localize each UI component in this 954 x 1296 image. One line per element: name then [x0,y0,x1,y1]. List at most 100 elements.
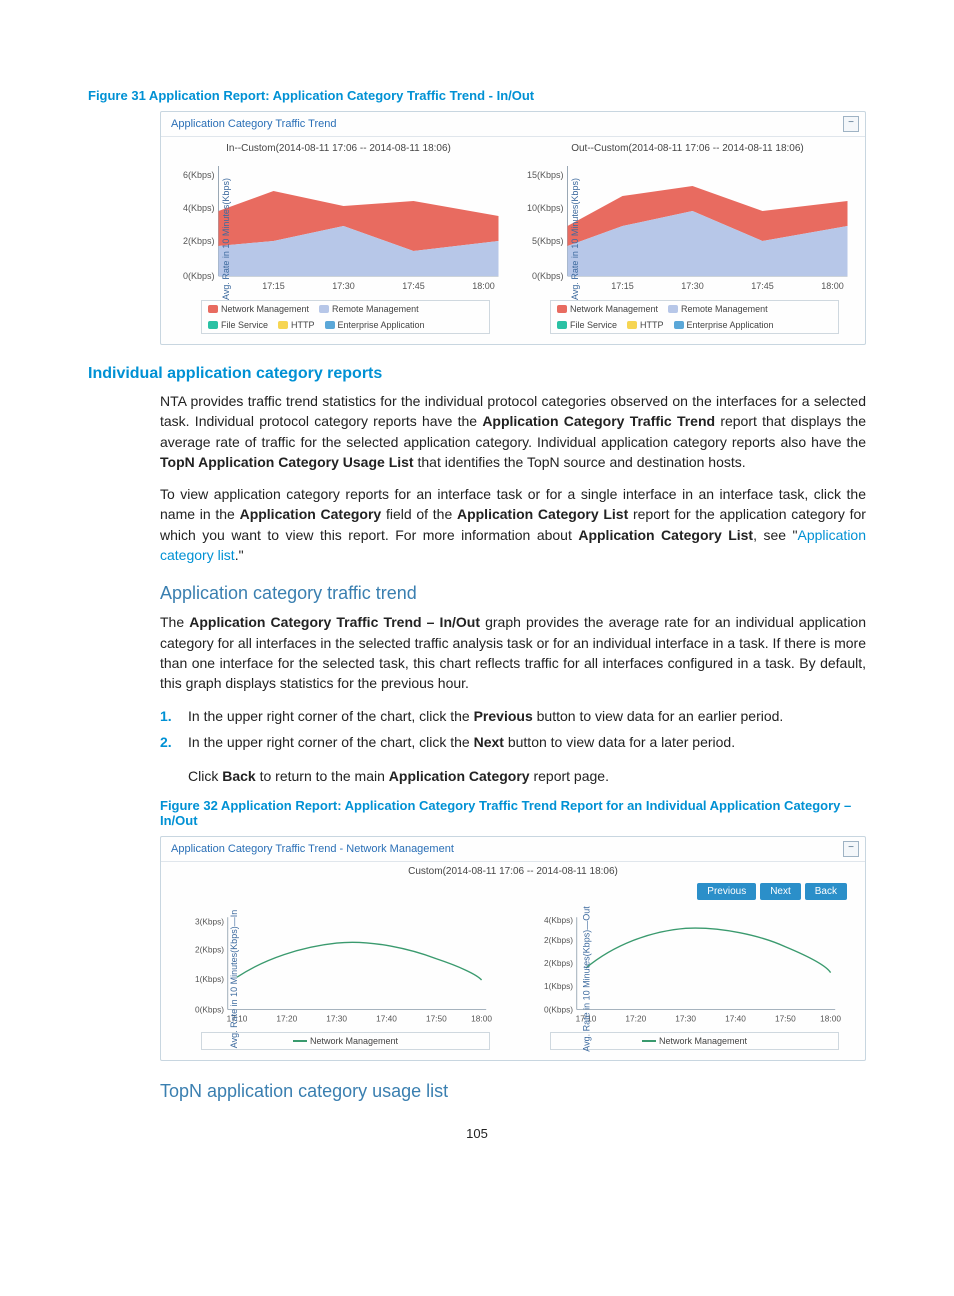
ytick: 4(Kbps) [544,915,573,925]
ytick: 2(Kbps) [544,936,573,946]
page-number: 105 [88,1126,866,1141]
paragraph: NTA provides traffic trend statistics fo… [160,391,866,472]
xtick: 18:00 [821,281,844,291]
xtick: 17:45 [751,281,774,291]
text-bold: Next [474,734,504,750]
figure31-out-chart: Out--Custom(2014-08-11 17:06 -- 2014-08-… [516,143,859,334]
legend-label: Enterprise Application [338,320,425,330]
next-button[interactable]: Next [760,883,801,900]
xtick: 17:45 [402,281,425,291]
legend-label: HTTP [640,320,664,330]
figure31-panel-header: Application Category Traffic Trend − [161,112,865,137]
legend-label: Enterprise Application [687,320,774,330]
heading-application-category-traffic-trend: Application category traffic trend [160,583,866,604]
xtick: 18:00 [472,281,495,291]
step-number: 1. [160,706,176,726]
text: The [160,614,189,630]
text: to return to the main [256,768,389,784]
text-bold: Application Category Traffic Trend – In/… [189,614,480,630]
previous-button[interactable]: Previous [697,883,756,900]
xtick: 17:15 [262,281,285,291]
xtick: 17:40 [376,1014,397,1024]
xtick: 17:20 [625,1014,646,1024]
figure31-in-title: In--Custom(2014-08-11 17:06 -- 2014-08-1… [167,143,510,154]
text-bold: Application Category [240,506,382,522]
steps-list: 1. In the upper right corner of the char… [160,706,866,753]
legend-label: Remote Management [681,304,768,314]
figure31-panel: Application Category Traffic Trend − In-… [160,111,866,345]
heading-individual-category-reports: Individual application category reports [88,365,866,383]
legend: Network Management Remote Management Fil… [550,300,839,334]
text: In the upper right corner of the chart, … [188,734,474,750]
paragraph: Click Back to return to the main Applica… [188,766,866,786]
ytick: 0(Kbps) [532,271,564,281]
paragraph: The Application Category Traffic Trend –… [160,612,866,693]
ytick: 3(Kbps) [195,917,224,927]
ytick: 4(Kbps) [183,203,215,213]
text-bold: Application Category Traffic Trend [482,413,715,429]
xtick: 17:15 [611,281,634,291]
text-bold: TopN Application Category Usage List [160,454,414,470]
text: that identifies the TopN source and dest… [414,454,746,470]
figure32-panel-title: Application Category Traffic Trend - Net… [171,843,454,855]
xtick: 17:30 [326,1014,347,1024]
legend: Network Management [550,1032,839,1050]
step-1: 1. In the upper right corner of the char… [160,706,866,726]
xtick: 18:00 [820,1014,841,1024]
legend-label: Network Management [310,1036,398,1046]
text-bold: Application Category List [457,506,628,522]
xtick: 18:00 [471,1014,492,1024]
ytick: 6(Kbps) [183,170,215,180]
ytick: 0(Kbps) [183,271,215,281]
figure31-caption: Figure 31 Application Report: Applicatio… [88,88,866,103]
collapse-icon[interactable]: − [843,841,859,857]
legend-label: File Service [221,320,268,330]
legend: Network Management Remote Management Fil… [201,300,490,334]
figure32-subtitle: Custom(2014-08-11 17:06 -- 2014-08-11 18… [161,866,865,877]
text: report page. [530,768,609,784]
legend: Network Management [201,1032,490,1050]
y-axis-label: Avg. Rate in 10 Minutes(Kbps)—Out [582,907,592,1052]
back-button[interactable]: Back [805,883,847,900]
legend-label: HTTP [291,320,315,330]
ytick: 10(Kbps) [527,203,564,213]
ytick: 2(Kbps) [183,236,215,246]
text: button to view data for an earlier perio… [533,708,784,724]
figure32-caption: Figure 32 Application Report: Applicatio… [160,798,866,828]
ytick: 2(Kbps) [544,959,573,969]
xtick: 17:30 [332,281,355,291]
ytick: 0(Kbps) [544,1005,573,1015]
figure32-panel: Application Category Traffic Trend - Net… [160,836,866,1061]
ytick: 2(Kbps) [195,945,224,955]
step-2: 2. In the upper right corner of the char… [160,732,866,752]
text: field of the [381,506,457,522]
legend-label: Remote Management [332,304,419,314]
figure31-out-title: Out--Custom(2014-08-11 17:06 -- 2014-08-… [516,143,859,154]
text-bold: Back [222,768,255,784]
legend-label: Network Management [221,304,309,314]
text: ." [235,547,244,563]
figure31-in-chart: In--Custom(2014-08-11 17:06 -- 2014-08-1… [167,143,510,334]
text-bold: Application Category List [578,527,753,543]
heading-topn-usage-list: TopN application category usage list [160,1081,866,1102]
legend-label: Network Management [659,1036,747,1046]
paragraph: To view application category reports for… [160,484,866,565]
step-number: 2. [160,732,176,752]
text: button to view data for a later period. [504,734,735,750]
xtick: 17:50 [775,1014,796,1024]
figure32-panel-header: Application Category Traffic Trend - Net… [161,837,865,862]
y-axis-label: Avg. Rate in 10 Minutes(Kbps)—In [229,910,239,1048]
figure32-out-chart: Avg. Rate in 10 Minutes(Kbps)—Out 0(Kbps… [516,908,859,1050]
text: Click [188,768,222,784]
legend-label: File Service [570,320,617,330]
ytick: 5(Kbps) [532,236,564,246]
figure32-in-chart: Avg. Rate in 10 Minutes(Kbps)—In 0(Kbps)… [167,908,510,1050]
text-bold: Application Category [389,768,530,784]
xtick: 17:40 [725,1014,746,1024]
y-axis-label: Avg. Rate in 10 Minutes(Kbps) [221,178,231,300]
ytick: 1(Kbps) [544,982,573,992]
xtick: 17:30 [675,1014,696,1024]
collapse-icon[interactable]: − [843,116,859,132]
ytick: 1(Kbps) [195,974,224,984]
ytick: 0(Kbps) [195,1005,224,1015]
